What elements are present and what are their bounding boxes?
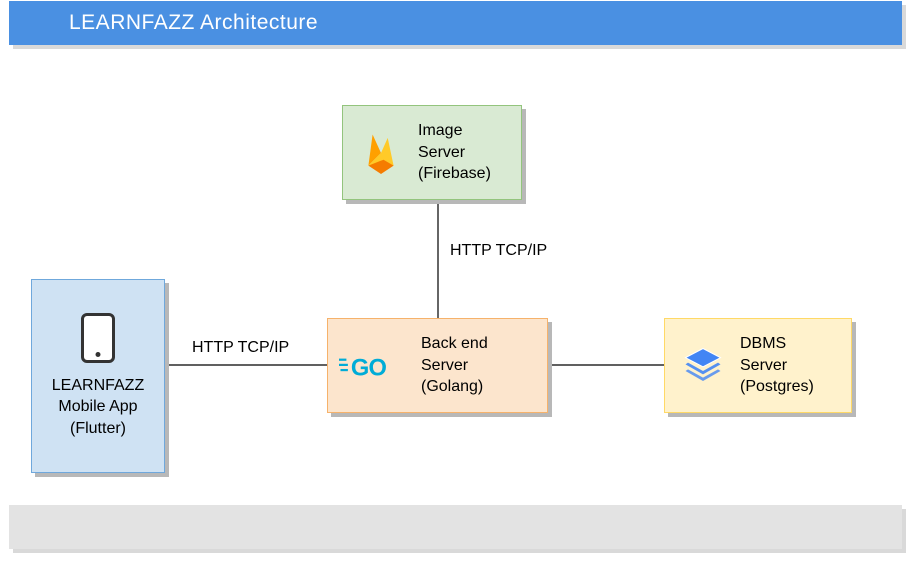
image-line3: (Firebase) [418, 165, 491, 182]
page-title: LEARNFAZZ Architecture [9, 1, 902, 45]
mobile-line2: Mobile App [58, 398, 137, 415]
edge-label-mobile-backend: HTTP TCP/IP [192, 339, 289, 357]
stack-icon [675, 346, 730, 386]
edge-label-image-backend: HTTP TCP/IP [450, 242, 547, 260]
backend-line3: (Golang) [421, 378, 483, 395]
go-icon: GO [338, 349, 413, 383]
svg-text:GO: GO [350, 355, 386, 381]
image-line2: Server [418, 144, 465, 161]
dbms-line2: Server [740, 357, 787, 374]
mobile-line1: LEARNFAZZ [52, 377, 144, 394]
node-mobile: LEARNFAZZ Mobile App (Flutter) [31, 279, 165, 473]
image-label: Image Server (Firebase) [418, 120, 491, 185]
footer-bar [9, 505, 902, 549]
backend-line2: Server [421, 357, 468, 374]
mobile-label: LEARNFAZZ Mobile App (Flutter) [52, 375, 144, 440]
backend-line1: Back end [421, 335, 488, 352]
node-dbms: DBMS Server (Postgres) [664, 318, 852, 413]
dbms-line1: DBMS [740, 335, 786, 352]
node-backend: GO Back end Server (Golang) [327, 318, 548, 413]
firebase-icon [353, 127, 408, 179]
image-line1: Image [418, 122, 462, 139]
diagram-canvas: LEARNFAZZ Architecture HTTP TCP/IP HTTP … [0, 0, 919, 570]
dbms-label: DBMS Server (Postgres) [740, 333, 814, 398]
backend-label: Back end Server (Golang) [421, 333, 488, 398]
node-image: Image Server (Firebase) [342, 105, 522, 200]
mobile-line3: (Flutter) [70, 420, 126, 437]
phone-icon [81, 313, 115, 363]
dbms-line3: (Postgres) [740, 378, 814, 395]
